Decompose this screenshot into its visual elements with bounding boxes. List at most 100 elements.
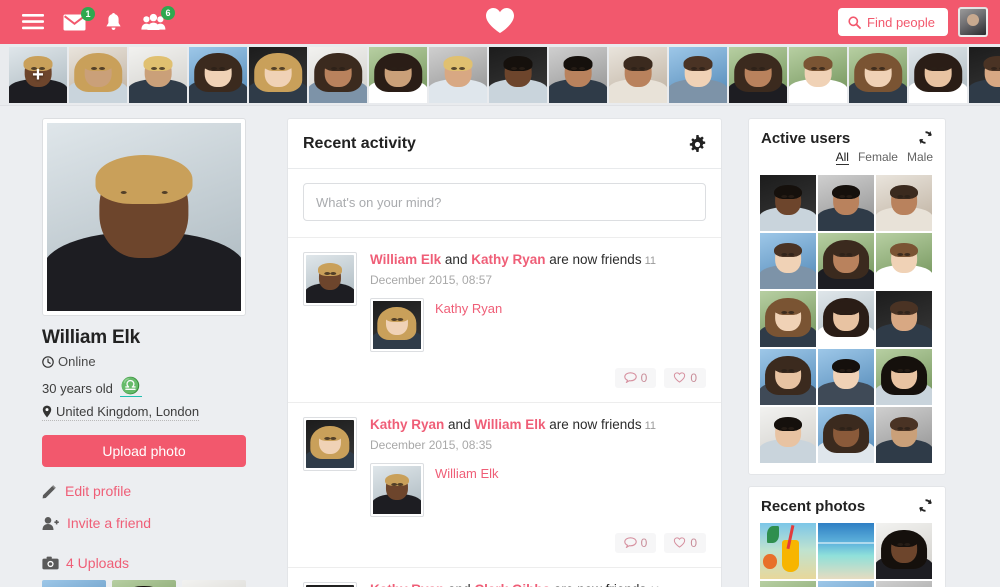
strip-thumbnail[interactable] [429, 46, 487, 103]
recent-photo-cell[interactable] [760, 581, 816, 587]
active-user-cell[interactable] [760, 233, 816, 289]
upload-photo[interactable] [42, 580, 106, 587]
recent-photo [760, 581, 816, 587]
active-user-photo [818, 291, 874, 347]
activity-target-link[interactable]: William Elk [474, 417, 545, 432]
activity-target-link[interactable]: Kathy Ryan [471, 252, 545, 267]
attachment-name-link[interactable]: Kathy Ryan [435, 301, 502, 316]
right-sidebar: Active users All Female Male Recent phot… [722, 118, 1000, 587]
recent-photos-title: Recent photos [761, 498, 866, 515]
profile-photo[interactable] [42, 118, 246, 316]
sidebar-item-invite-friend[interactable]: Invite a friend [42, 515, 272, 531]
active-users-filter-female[interactable]: Female [858, 150, 898, 165]
heart-icon[interactable] [485, 7, 515, 37]
strip-thumbnail[interactable] [849, 46, 907, 103]
find-people-button[interactable]: Find people [838, 8, 948, 36]
strip-thumbnail[interactable] [789, 46, 847, 103]
activity-avatar[interactable] [303, 252, 357, 306]
hamburger-icon[interactable] [22, 14, 44, 30]
recent-photo-cell[interactable] [818, 523, 874, 579]
speech-bubble-icon [623, 372, 637, 384]
active-user-photo [760, 175, 816, 231]
refresh-icon[interactable] [918, 130, 933, 145]
activity-timestamp: December 2015, 08:35 [370, 437, 493, 452]
active-user-cell[interactable] [818, 407, 874, 463]
refresh-icon[interactable] [918, 498, 933, 513]
strip-thumbnail[interactable] [189, 46, 247, 103]
strip-photo [249, 46, 307, 103]
active-user-cell[interactable] [876, 407, 932, 463]
active-user-cell[interactable] [876, 349, 932, 405]
active-user-cell[interactable] [876, 233, 932, 289]
sidebar-item-label: Invite a friend [67, 515, 152, 531]
avatar[interactable] [958, 7, 988, 37]
attachment-thumbnail[interactable] [370, 297, 424, 352]
strip-thumbnail[interactable] [489, 46, 547, 103]
recent-photo-cell[interactable] [760, 523, 816, 579]
activity-actor-link[interactable]: Kathy Ryan [370, 582, 444, 587]
activity-target-link[interactable]: Clark Gibbs [474, 582, 550, 587]
gear-icon[interactable] [689, 135, 706, 152]
recent-photo-cell[interactable] [818, 581, 874, 587]
strip-thumbnail[interactable]: + [9, 46, 67, 103]
upload-photo[interactable] [182, 580, 246, 587]
activity-avatar[interactable] [303, 416, 357, 471]
active-user-cell[interactable] [818, 291, 874, 347]
activity-actor-link[interactable]: Kathy Ryan [370, 417, 444, 432]
upload-photo[interactable] [112, 580, 176, 587]
strip-thumbnail[interactable] [609, 46, 667, 103]
bell-icon[interactable] [105, 12, 122, 32]
activity-conjunction: and [448, 416, 471, 432]
comment-button[interactable]: 0 [614, 367, 657, 388]
active-user-cell[interactable] [760, 349, 816, 405]
attachment-name-link[interactable]: William Elk [435, 466, 499, 481]
add-photo-icon[interactable]: + [32, 65, 44, 85]
strip-photo [69, 46, 127, 103]
envelope-icon[interactable]: 1 [63, 6, 95, 31]
strip-thumbnail[interactable] [249, 46, 307, 103]
people-icon[interactable]: 6 [141, 6, 175, 31]
activity-actor-link[interactable]: William Elk [370, 252, 441, 267]
upload-photo-button[interactable]: Upload photo [42, 435, 246, 467]
attachment-photo [373, 465, 421, 514]
active-user-cell[interactable] [760, 291, 816, 347]
like-button[interactable]: 0 [664, 367, 706, 388]
active-user-cell[interactable] [760, 175, 816, 231]
add-user-icon [42, 516, 59, 531]
comment-button[interactable]: 0 [614, 532, 657, 553]
age-label: 30 years old [42, 380, 113, 396]
strip-thumbnail[interactable] [669, 46, 727, 103]
sidebar-item-edit-profile[interactable]: Edit profile [42, 483, 272, 499]
age-row: 30 years old ♎ [42, 379, 272, 397]
active-user-cell[interactable] [818, 349, 874, 405]
upload-thumbnail[interactable] [112, 580, 176, 587]
like-count: 0 [690, 370, 697, 385]
recent-photo-cell[interactable] [876, 581, 932, 587]
activity-list: William Elk and Kathy Ryan are now frien… [288, 237, 721, 587]
active-user-cell[interactable] [876, 291, 932, 347]
upload-thumbnail[interactable] [182, 580, 246, 587]
strip-thumbnail[interactable] [129, 46, 187, 103]
strip-thumbnail[interactable] [909, 46, 967, 103]
strip-thumbnail[interactable] [369, 46, 427, 103]
active-users-filter-all[interactable]: All [835, 150, 849, 165]
active-user-cell[interactable] [876, 175, 932, 231]
recent-photo-cell[interactable] [876, 523, 932, 579]
activity-avatar[interactable] [303, 581, 357, 587]
strip-thumbnail[interactable] [309, 46, 367, 103]
active-user-cell[interactable] [818, 175, 874, 231]
uploads-link[interactable]: 4 Uploads [42, 555, 272, 571]
upload-thumbnail[interactable] [42, 580, 106, 587]
active-user-photo [876, 407, 932, 463]
strip-thumbnail[interactable] [549, 46, 607, 103]
strip-thumbnail[interactable] [729, 46, 787, 103]
attachment-thumbnail[interactable] [370, 462, 424, 517]
active-user-cell[interactable] [760, 407, 816, 463]
active-users-filter-male[interactable]: Male [907, 150, 933, 165]
status-input[interactable] [303, 183, 706, 221]
like-button[interactable]: 0 [664, 532, 706, 553]
strip-thumbnail[interactable] [69, 46, 127, 103]
strip-thumbnail[interactable] [969, 46, 1000, 103]
active-user-cell[interactable] [818, 233, 874, 289]
active-user-photo [760, 407, 816, 463]
